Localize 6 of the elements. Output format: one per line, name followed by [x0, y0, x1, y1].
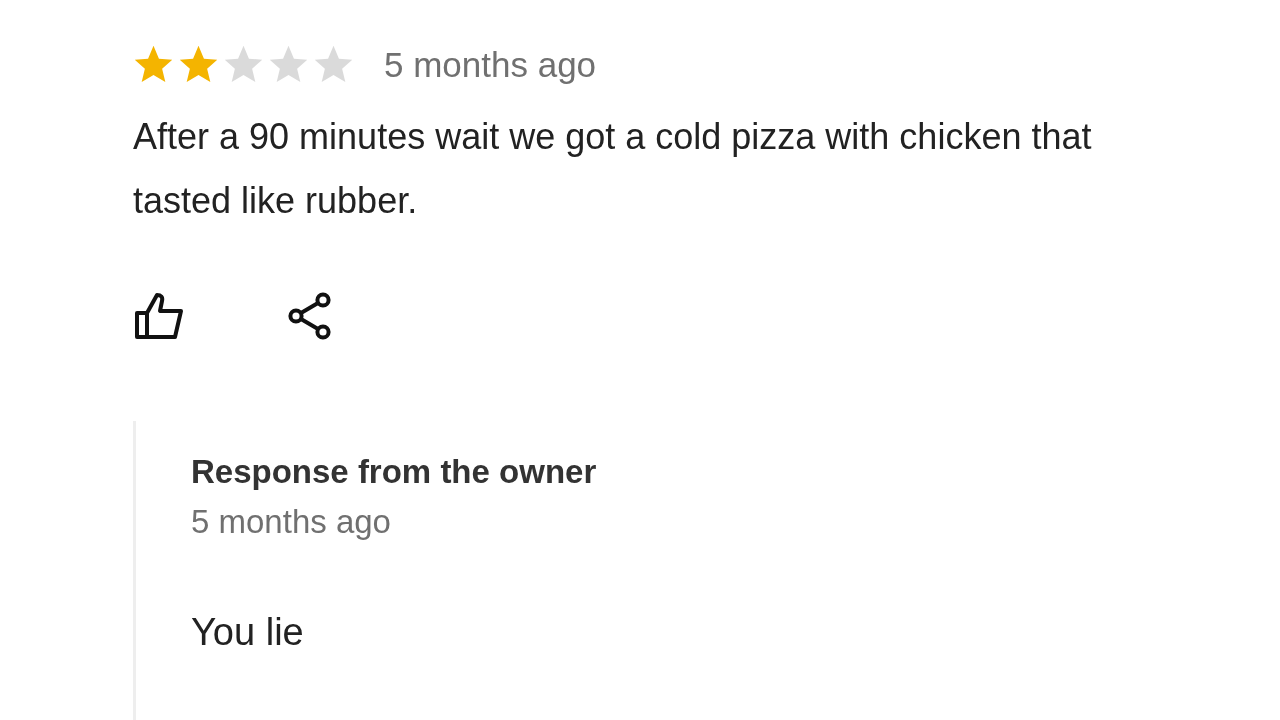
review-text: After a 90 minutes wait we got a cold pizza with chicken that tasted like rubber. [133, 115, 1093, 223]
response-title: Response from the owner [191, 453, 598, 491]
response-time: 5 months ago [191, 503, 392, 541]
share-icon[interactable] [287, 292, 333, 340]
review-time: 5 months ago [384, 44, 597, 85]
response-text: You lie [191, 611, 305, 654]
